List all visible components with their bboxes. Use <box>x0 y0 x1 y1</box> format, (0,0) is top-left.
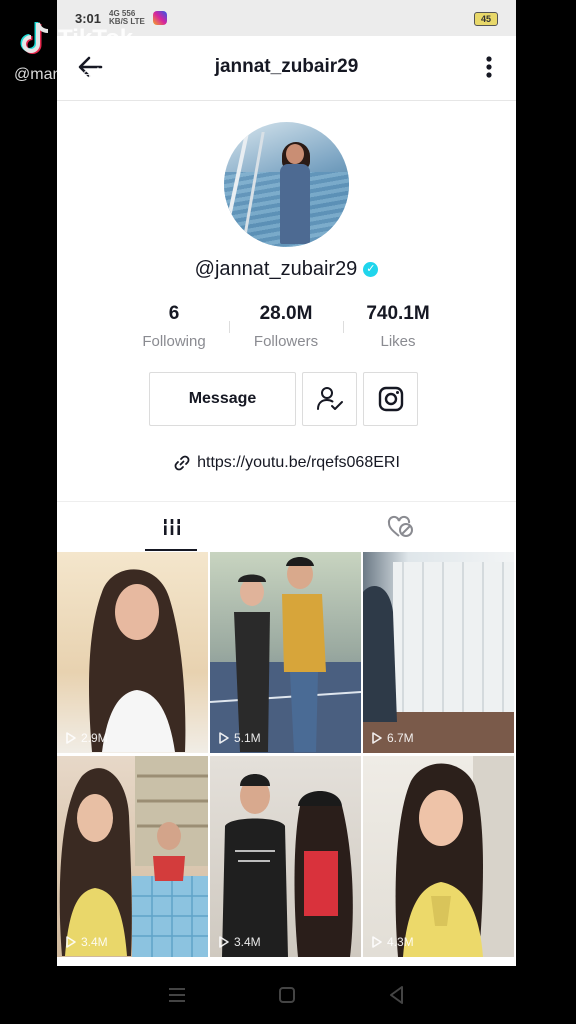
video-thumbnail[interactable]: 5.1M <box>210 552 361 753</box>
view-count-text: 5.1M <box>234 731 261 745</box>
profile-stats: 6 Following 28.0M Followers 740.1M Likes <box>57 303 516 363</box>
stat-following[interactable]: 6 Following <box>119 303 229 350</box>
view-count-text: 4.3M <box>387 935 414 949</box>
thumbnail-image <box>395 756 514 957</box>
profile-avatar <box>224 122 349 247</box>
grid-icon <box>163 519 180 535</box>
stat-followers[interactable]: 28.0M Followers <box>231 303 341 350</box>
more-options-icon[interactable] <box>482 52 496 82</box>
profile-username: @jannat_zubair29 ✓ <box>57 258 516 281</box>
play-icon <box>372 732 382 744</box>
battery-icon: 45 <box>474 12 498 26</box>
bio-link-text: https://youtu.be/rqefs068ERI <box>197 454 400 472</box>
tiktok-logo-icon <box>20 22 49 54</box>
thumbnail-image <box>89 569 186 752</box>
video-thumbnail[interactable]: 4.3M <box>363 756 514 957</box>
view-count-text: 3.4M <box>234 935 261 949</box>
stat-followers-value: 28.0M <box>259 303 313 324</box>
verified-badge-icon: ✓ <box>363 262 379 278</box>
link-icon <box>174 455 190 471</box>
view-count-text: 6.7M <box>387 731 414 745</box>
instagram-notification-icon <box>152 11 167 25</box>
phone-screen: 3:01 4G 556 KB/S LTE 45 jannat_zubair29 … <box>57 0 516 966</box>
stat-likes-value: 740.1M <box>366 303 430 324</box>
play-icon <box>66 936 76 948</box>
view-count-text: 2.9M <box>81 731 108 745</box>
tiktok-watermark: TikTok <box>18 20 133 58</box>
stat-likes-label: Likes <box>380 333 416 350</box>
active-tab-indicator <box>145 549 197 551</box>
liked-hidden-icon <box>387 515 413 537</box>
username-text: @jannat_zubair29 <box>194 258 358 280</box>
stat-divider <box>229 321 230 333</box>
view-count-text: 3.4M <box>81 935 108 949</box>
profile-tabs <box>57 501 516 552</box>
view-count: 3.4M <box>65 935 108 949</box>
stat-following-label: Following <box>142 333 206 350</box>
stat-followers-label: Followers <box>253 333 319 350</box>
video-thumbnail[interactable]: 3.4M <box>210 756 361 957</box>
view-count: 6.7M <box>371 731 414 745</box>
play-icon <box>66 732 76 744</box>
stat-following-value: 6 <box>168 303 180 324</box>
thumbnail-image <box>210 557 361 753</box>
recents-menu-icon[interactable] <box>165 984 189 1006</box>
view-count: 3.4M <box>218 935 261 949</box>
play-icon <box>372 936 382 948</box>
user-check-icon <box>316 387 343 410</box>
video-thumbnail[interactable]: 3.4M <box>57 756 208 957</box>
instagram-button[interactable] <box>363 372 418 426</box>
view-count: 5.1M <box>218 731 261 745</box>
tiktok-wordmark: TikTok <box>58 25 134 52</box>
view-count: 4.3M <box>371 935 414 949</box>
video-thumbnail[interactable]: 2.9M <box>57 552 208 753</box>
thumbnail-image <box>59 756 208 957</box>
thumbnail-image <box>363 562 514 753</box>
tab-videos[interactable] <box>57 502 286 552</box>
play-icon <box>219 936 229 948</box>
back-triangle-icon[interactable] <box>385 984 409 1006</box>
thumbnail-image <box>222 774 353 957</box>
view-count: 2.9M <box>65 731 108 745</box>
instagram-icon <box>378 386 403 412</box>
video-thumbnail[interactable]: 6.7M <box>363 552 514 753</box>
bio-link[interactable]: https://youtu.be/rqefs068ERI <box>57 454 516 472</box>
stat-likes: 740.1M Likes <box>343 303 453 350</box>
unfollow-button[interactable] <box>302 372 357 426</box>
system-navigation-bar <box>0 966 576 1024</box>
message-button[interactable]: Message <box>149 372 296 426</box>
play-icon <box>219 732 229 744</box>
watermark-handle: @manjunath_32 <box>14 66 132 83</box>
home-icon[interactable] <box>275 984 299 1006</box>
tab-liked[interactable] <box>286 502 515 552</box>
